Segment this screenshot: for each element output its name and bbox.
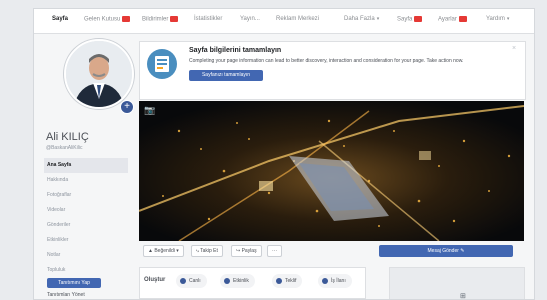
sidebar-item-home[interactable]: Ana Sayfa	[44, 158, 128, 173]
tab-label: Bildirimler	[142, 16, 169, 23]
profile-picture[interactable]	[64, 39, 134, 109]
job-button[interactable]: İş İlanı	[318, 274, 352, 288]
tab-publishing[interactable]: Yayın...	[240, 16, 260, 22]
page-action-bar: ▲ Beğenildi ▾ ⤷ Takip Et ↪ Paylaş ··· Me…	[139, 243, 524, 257]
tab-label: İstatistikler	[194, 16, 223, 22]
sidebar-item-photos[interactable]: Fotoğraflar	[44, 188, 128, 203]
notification-badge	[122, 16, 131, 22]
facebook-page-window: Sayfa Gelen Kutusu Bildirimler İstatisti…	[33, 8, 535, 300]
complete-page-info-card: Sayfa bilgilerini tamamlayın Completing …	[139, 41, 526, 100]
tab-notifications[interactable]: Bildirimler	[142, 16, 179, 23]
follow-button[interactable]: ⤷ Takip Et	[191, 245, 223, 257]
create-label: Oluştur	[144, 277, 166, 283]
share-button[interactable]: ↪ Paylaş	[231, 245, 262, 257]
promote-button[interactable]: Tanıtımını Yap	[47, 278, 101, 288]
event-label: Etkinlik	[233, 278, 249, 284]
chevron-down-icon: ▾	[506, 16, 510, 22]
job-label: İş İlanı	[331, 278, 346, 284]
tab-page[interactable]: Sayfa	[52, 16, 68, 22]
document-checklist-icon	[155, 56, 169, 72]
liked-button[interactable]: ▲ Beğenildi ▾	[143, 245, 184, 257]
briefcase-icon	[322, 277, 328, 284]
sidebar-item-posts[interactable]: Gönderiler	[44, 218, 128, 233]
page-sidebar-menu: Ana Sayfa Hakkında Fotoğraflar Videolar …	[44, 158, 128, 278]
page-name: Ali KILIÇ	[46, 131, 89, 143]
tab-label: Reklam Merkezi	[276, 16, 320, 22]
tab-settings[interactable]: Ayarlar	[438, 16, 467, 23]
person-portrait-icon	[66, 41, 132, 107]
night-city-aerial-photo	[139, 101, 524, 241]
sidebar-item-events[interactable]: Etkinlikler	[44, 233, 128, 248]
tab-more[interactable]: Daha Fazla ▾	[344, 16, 379, 22]
setup-card-title: Sayfa bilgilerini tamamlayın	[189, 47, 282, 54]
more-options-button[interactable]: ···	[267, 245, 282, 257]
event-button[interactable]: Etkinlik	[220, 274, 255, 288]
sidebar-item-videos[interactable]: Videolar	[44, 203, 128, 218]
manage-promotions-link[interactable]: Tanıtımları Yönet	[47, 292, 85, 298]
tab-label: Sayfa	[397, 16, 413, 23]
notification-badge	[414, 16, 423, 22]
sidebar-item-notes[interactable]: Notlar	[44, 248, 128, 263]
close-icon[interactable]: ×	[512, 45, 516, 52]
create-post-bar: Oluştur Canlı Etkinlik Teklif İş İlanı	[139, 267, 366, 299]
page-username[interactable]: @BaskanAliKilic	[46, 145, 82, 151]
tab-label: Gelen Kutusu	[84, 16, 121, 23]
tab-inbox[interactable]: Gelen Kutusu	[84, 16, 131, 23]
tab-ad-center[interactable]: Reklam Merkezi	[276, 16, 319, 22]
notification-badge	[458, 16, 467, 22]
send-message-button[interactable]: Mesaj Gönder ✎	[379, 245, 513, 257]
cover-photo[interactable]: 📷	[139, 101, 524, 241]
add-profile-photo-icon[interactable]: +	[120, 100, 134, 114]
complete-page-button[interactable]: Sayfanızı tamamlayın	[189, 70, 263, 81]
right-column-card: ⊞	[389, 267, 525, 299]
notification-badge	[170, 16, 179, 22]
page-setup-icon	[147, 49, 177, 79]
tab-help[interactable]: Yardım ▾	[486, 16, 509, 22]
chevron-down-icon: ▾	[376, 16, 380, 22]
grid-icon[interactable]: ⊞	[460, 292, 466, 299]
page-top-navigation: Sayfa Gelen Kutusu Bildirimler İstatisti…	[34, 9, 534, 34]
camera-icon[interactable]: 📷	[144, 105, 155, 116]
calendar-icon	[224, 277, 230, 284]
tag-icon	[276, 277, 282, 284]
live-label: Canlı	[189, 278, 201, 284]
tab-label: Yayın...	[240, 16, 260, 22]
tab-label: Ayarlar	[438, 16, 457, 23]
tab-label: Daha Fazla	[344, 16, 375, 22]
tab-page-secondary[interactable]: Sayfa	[397, 16, 423, 23]
tab-label: Sayfa	[52, 16, 69, 22]
tab-label: Yardım	[486, 16, 505, 22]
setup-card-description: Completing your page information can lea…	[189, 58, 464, 64]
sidebar-item-about[interactable]: Hakkında	[44, 173, 128, 188]
tab-insights[interactable]: İstatistikler	[194, 16, 222, 22]
live-video-icon	[180, 277, 186, 284]
offer-label: Teklif	[285, 278, 297, 284]
offer-button[interactable]: Teklif	[272, 274, 303, 288]
sidebar-item-community[interactable]: Topluluk	[44, 263, 128, 278]
live-button[interactable]: Canlı	[176, 274, 207, 288]
